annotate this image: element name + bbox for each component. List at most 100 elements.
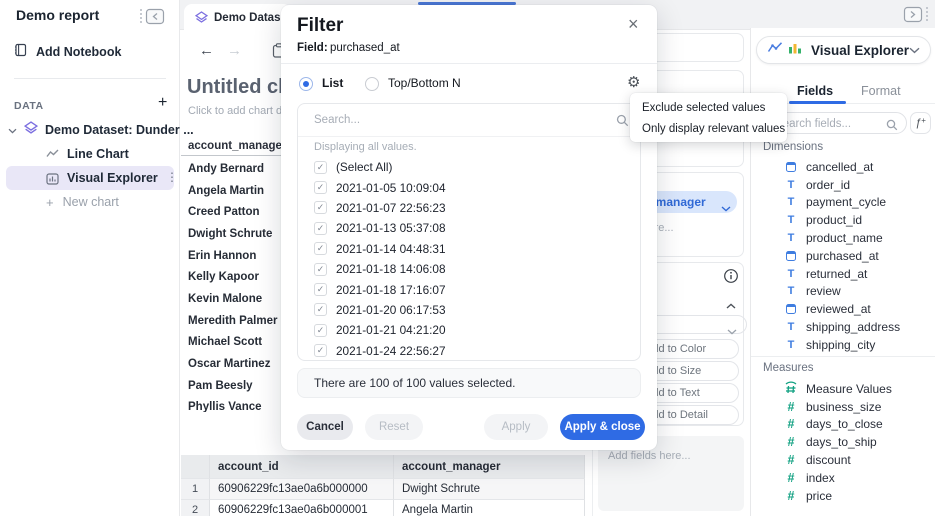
dimension-item[interactable]: T reviewed_at <box>750 300 935 318</box>
sidebar-divider <box>14 78 166 79</box>
cancel-button[interactable]: Cancel <box>297 414 353 440</box>
radio-top-bottom-n[interactable] <box>365 77 379 91</box>
dimension-item[interactable]: T purchased_at <box>750 247 935 265</box>
sidebar-item-visual-explorer[interactable]: Visual Explorer ⋮ <box>6 166 174 190</box>
tab-label: Demo Datas... <box>214 12 290 24</box>
value-checkbox-row[interactable]: ✓ 2021-01-18 17:16:07 <box>298 279 640 299</box>
measure-item[interactable]: # discount <box>750 451 935 469</box>
cell-account-manager: Angela Martin <box>394 500 585 516</box>
value-checkbox-row[interactable]: ✓ 2021-01-18 14:06:08 <box>298 259 640 279</box>
column-header[interactable]: account_manager <box>394 455 585 479</box>
radio-list[interactable] <box>299 77 313 91</box>
data-grid-header: account_id account_manager <box>181 455 585 479</box>
add-calculated-field-button[interactable]: ƒ+ <box>910 112 931 134</box>
value-checkbox-row[interactable]: ✓ 2021-01-20 06:17:53 <box>298 300 640 320</box>
sidebar-item-dataset[interactable]: Demo Dataset: Dunder ... <box>6 120 174 140</box>
dimension-item[interactable]: T shipping_city <box>750 336 935 354</box>
app-window: Demo Datas... Demo report Add Notebook D… <box>0 0 935 516</box>
checkbox-checked-icon[interactable]: ✓ <box>314 263 327 276</box>
field-type-icon: T <box>783 162 799 172</box>
column-header[interactable]: account_id <box>210 455 394 479</box>
checkbox-checked-icon[interactable]: ✓ <box>314 324 327 337</box>
measure-item[interactable]: # price <box>750 487 935 505</box>
collapse-right-panel-icon[interactable] <box>903 6 930 28</box>
dimension-item[interactable]: T cancelled_at <box>750 158 935 176</box>
displaying-values-text: Displaying all values. <box>298 137 640 157</box>
close-icon[interactable]: × <box>628 14 639 35</box>
checkbox-checked-icon[interactable]: ✓ <box>314 201 327 214</box>
sidebar-item-line-chart[interactable]: Line Chart <box>6 144 174 164</box>
dataset-layers-icon <box>195 11 208 29</box>
chevron-up-icon[interactable] <box>726 296 736 314</box>
dimension-item[interactable]: T order_id <box>750 176 935 194</box>
value-checkbox-row[interactable]: ✓ 2021-01-21 04:21:20 <box>298 320 640 340</box>
table-row: 1 60906229fc13ae0a6b000000 Dwight Schrut… <box>181 479 585 500</box>
gear-icon[interactable]: ⚙ <box>627 73 640 91</box>
menu-item[interactable]: Exclude selected values <box>630 97 787 118</box>
values-list-card: Search... Displaying all values. ✓ (Sele… <box>297 103 641 361</box>
chevron-down-icon[interactable] <box>8 121 17 139</box>
measure-item[interactable]: # business_size <box>750 398 935 416</box>
line-chart-icon <box>46 145 59 163</box>
field-type-icon: T <box>783 339 799 351</box>
report-title: Demo report <box>16 7 99 23</box>
checkbox-checked-icon[interactable]: ✓ <box>314 283 327 296</box>
row-number: 1 <box>181 479 210 500</box>
dimension-item[interactable]: T shipping_address <box>750 318 935 336</box>
apply-button[interactable]: Apply <box>484 414 548 440</box>
values-search-placeholder: Search... <box>314 114 360 126</box>
reset-button[interactable]: Reset <box>365 414 423 440</box>
dimension-item[interactable]: T product_id <box>750 211 935 229</box>
info-icon[interactable] <box>723 268 739 289</box>
field-type-icon: T <box>783 196 799 208</box>
value-checkbox-row[interactable]: ✓ 2021-01-24 22:56:27 <box>298 341 640 361</box>
dimension-item[interactable]: T review <box>750 283 935 301</box>
section-divider <box>751 356 935 357</box>
field-type-icon: T <box>783 285 799 297</box>
tab-demo-dataset[interactable]: Demo Datas... <box>184 4 291 30</box>
chevron-down-icon[interactable] <box>721 199 731 217</box>
add-notebook-label: Add Notebook <box>36 45 121 59</box>
checkbox-checked-icon[interactable]: ✓ <box>314 242 327 255</box>
menu-item[interactable]: Only display relevant values <box>630 118 787 139</box>
add-notebook-button[interactable]: Add Notebook <box>14 42 166 62</box>
add-data-button[interactable]: + <box>158 94 167 112</box>
apply-close-button[interactable]: Apply & close <box>560 414 645 440</box>
chevron-down-icon <box>909 41 920 59</box>
tab-format[interactable]: Format <box>861 84 901 98</box>
radio-topbottom-label[interactable]: Top/Bottom N <box>388 76 461 90</box>
back-arrow-icon[interactable]: ← <box>199 42 214 59</box>
value-checkbox-row[interactable]: ✓ 2021-01-14 04:48:31 <box>298 239 640 259</box>
value-checkbox-row[interactable]: ✓ (Select All) <box>298 157 640 177</box>
dimension-item[interactable]: T payment_cycle <box>750 194 935 212</box>
chart-type-selector[interactable]: Visual Explorer <box>756 36 931 64</box>
sidebar-item-new-chart[interactable]: + New chart <box>6 192 174 212</box>
measure-item[interactable]: # Measure Values <box>750 380 935 398</box>
values-search-input[interactable]: Search... <box>298 104 640 137</box>
more-options-icon[interactable]: ⋮ <box>166 170 178 184</box>
field-type-icon: T <box>783 214 799 226</box>
dimension-item[interactable]: T returned_at <box>750 265 935 283</box>
value-checkbox-row[interactable]: ✓ 2021-01-07 22:56:23 <box>298 198 640 218</box>
value-checkbox-row[interactable]: ✓ 2021-01-13 05:37:08 <box>298 218 640 238</box>
checkbox-checked-icon[interactable]: ✓ <box>314 161 327 174</box>
measure-item[interactable]: # days_to_close <box>750 416 935 434</box>
measure-type-icon: # <box>783 453 799 467</box>
measure-item[interactable]: # days_to_ship <box>750 433 935 451</box>
measure-item[interactable]: # index <box>750 469 935 487</box>
radio-list-label[interactable]: List <box>322 76 343 90</box>
active-tab-underline <box>789 101 846 104</box>
field-value: purchased_at <box>330 42 400 54</box>
measure-type-icon: # <box>783 417 799 431</box>
chart-subtitle[interactable]: Click to add chart d <box>188 105 282 117</box>
table-row: 2 60906229fc13ae0a6b000001 Angela Martin <box>181 500 585 516</box>
checkbox-checked-icon[interactable]: ✓ <box>314 222 327 235</box>
checkbox-checked-icon[interactable]: ✓ <box>314 303 327 316</box>
collapse-sidebar-icon[interactable] <box>138 8 165 30</box>
value-checkbox-row[interactable]: ✓ 2021-01-05 10:09:04 <box>298 177 640 197</box>
tab-fields[interactable]: Fields <box>797 84 833 98</box>
checkbox-checked-icon[interactable]: ✓ <box>314 181 327 194</box>
chevron-down-icon <box>727 322 737 340</box>
checkbox-checked-icon[interactable]: ✓ <box>314 344 327 357</box>
dimension-item[interactable]: T product_name <box>750 229 935 247</box>
